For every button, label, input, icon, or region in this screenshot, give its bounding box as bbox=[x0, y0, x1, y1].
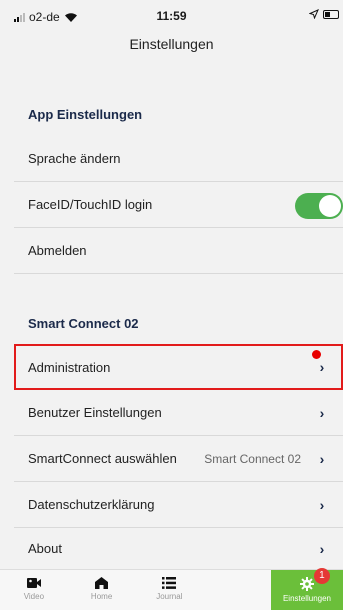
chevron-right-icon: › bbox=[319, 540, 325, 557]
tab-video[interactable]: Video bbox=[0, 570, 68, 610]
gear-icon bbox=[299, 577, 314, 591]
home-icon bbox=[95, 577, 109, 589]
faceid-toggle[interactable] bbox=[295, 193, 343, 219]
row-label: Administration bbox=[28, 359, 111, 375]
chevron-right-icon: › bbox=[319, 450, 325, 467]
row-label: Abmelden bbox=[28, 243, 87, 258]
row-user-settings[interactable]: Benutzer Einstellungen › bbox=[14, 390, 343, 436]
tab-home[interactable]: Home bbox=[68, 570, 136, 610]
list-icon bbox=[162, 577, 177, 589]
row-label: Benutzer Einstellungen bbox=[28, 405, 162, 420]
section-title-app-settings: App Einstellungen bbox=[28, 107, 143, 122]
notification-badge: 1 bbox=[313, 568, 330, 584]
row-change-language[interactable]: Sprache ändern bbox=[14, 136, 343, 182]
tab-label: Einstellungen bbox=[282, 594, 331, 603]
row-label: About bbox=[28, 541, 62, 556]
row-label: SmartConnect auswählen bbox=[28, 451, 177, 466]
status-bar: o2-de 11:59 bbox=[0, 0, 343, 30]
tab-journal[interactable]: Journal bbox=[135, 570, 203, 610]
tab-label: Video bbox=[23, 592, 45, 601]
row-select-smartconnect[interactable]: SmartConnect auswählen Smart Connect 02 … bbox=[14, 436, 343, 482]
tab-settings[interactable]: 1 Einstellungen bbox=[270, 568, 343, 610]
tab-empty bbox=[203, 570, 271, 610]
row-logout[interactable]: Abmelden bbox=[14, 228, 343, 274]
row-label: Datenschutzerklärung bbox=[28, 497, 155, 512]
row-about[interactable]: About › bbox=[14, 528, 343, 569]
chevron-right-icon: › bbox=[319, 404, 325, 421]
section-title-smart-connect: Smart Connect 02 bbox=[28, 316, 139, 331]
location-arrow-icon bbox=[309, 9, 319, 19]
chevron-right-icon: › bbox=[319, 496, 325, 513]
tab-label: Home bbox=[90, 592, 113, 601]
status-time: 11:59 bbox=[156, 9, 187, 23]
tab-label: Journal bbox=[156, 592, 183, 601]
row-value: Smart Connect 02 bbox=[204, 451, 301, 466]
page-title: Einstellungen bbox=[129, 36, 214, 52]
battery-icon bbox=[323, 9, 339, 19]
tab-bar: Video Home Journal 1 Einstellungen bbox=[0, 568, 343, 610]
status-right bbox=[309, 9, 339, 19]
chevron-right-icon: › bbox=[319, 359, 325, 375]
row-privacy-policy[interactable]: Datenschutzerklärung › bbox=[14, 482, 343, 528]
row-faceid-login: FaceID/TouchID login bbox=[14, 182, 343, 228]
toggle-knob bbox=[319, 195, 341, 217]
row-administration[interactable]: Administration › bbox=[14, 344, 343, 390]
video-camera-icon bbox=[26, 578, 41, 588]
notification-dot bbox=[312, 350, 321, 359]
row-label: Sprache ändern bbox=[28, 151, 121, 166]
